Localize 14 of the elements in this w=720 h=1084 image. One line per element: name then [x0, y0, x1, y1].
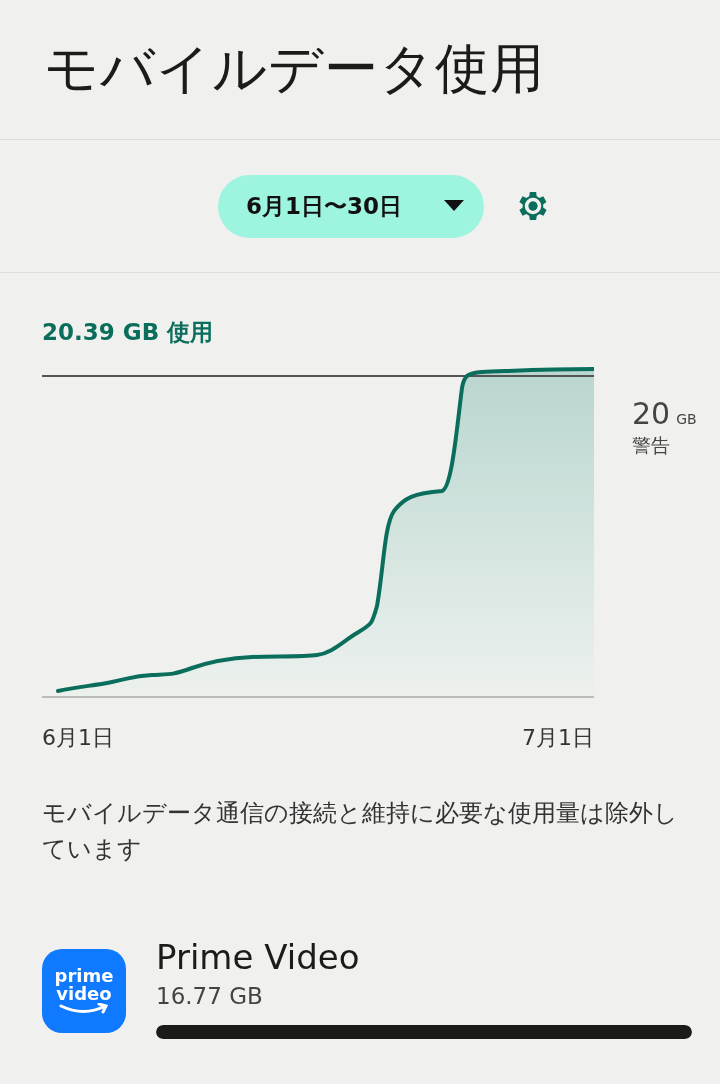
caret-icon — [444, 200, 464, 212]
app-row[interactable]: prime video Prime Video 16.77 GB — [0, 867, 720, 1039]
period-dropdown[interactable]: 6月1日〜30日 — [218, 174, 484, 238]
page-title: モバイルデータ使用 — [44, 36, 545, 102]
app-icon: prime video — [42, 949, 126, 1033]
warning-label: 警告 — [632, 433, 671, 458]
footnote: モバイルデータ通信の接続と維持に必要な使用量は除外しています — [42, 798, 679, 865]
axis-label: 7月1日 — [522, 724, 594, 752]
axis-label: 6月1日 — [42, 724, 114, 752]
app-name: Prime Video — [156, 937, 361, 977]
usage-total: 20.39 GB 使用 — [42, 318, 215, 347]
warning-value: 20 — [632, 396, 671, 431]
app-usage: 16.77 GB — [156, 983, 264, 1009]
warning-unit: GB — [676, 411, 697, 427]
